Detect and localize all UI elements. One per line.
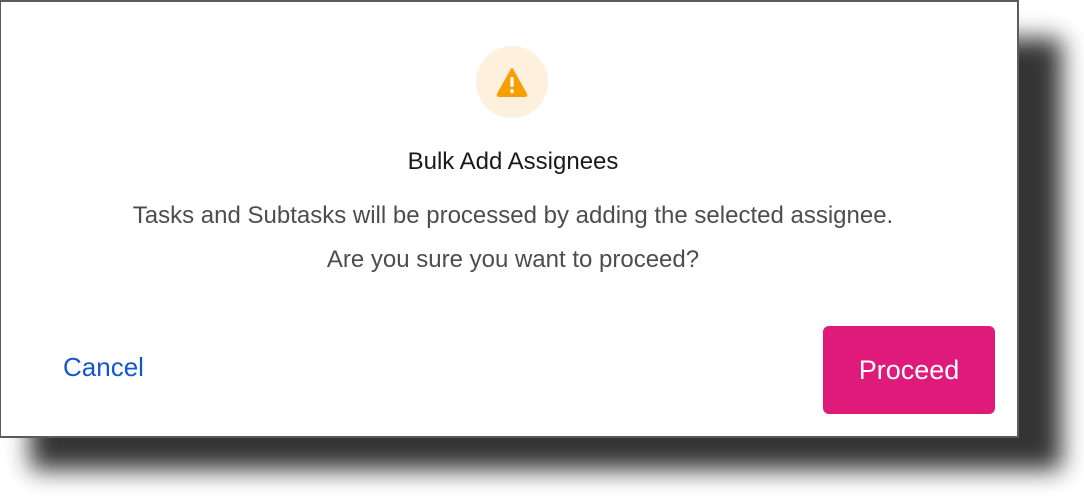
warning-badge [476,46,548,118]
confirm-dialog: Bulk Add Assignees Tasks and Subtasks wi… [0,0,1019,438]
dialog-message-line-2: Are you sure you want to proceed? [326,246,700,273]
dialog-message-line-1: Tasks and Subtasks will be processed by … [132,202,894,229]
dialog-title: Bulk Add Assignees [407,148,619,175]
cancel-button[interactable]: Cancel [63,352,144,383]
warning-triangle-icon [496,68,528,97]
proceed-button[interactable]: Proceed [823,326,995,414]
screenshot-stage: Bulk Add Assignees Tasks and Subtasks wi… [0,0,1084,502]
